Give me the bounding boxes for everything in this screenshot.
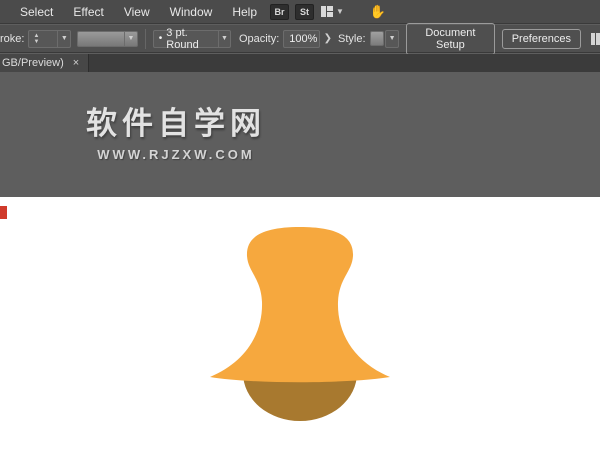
bell-body-shape[interactable]: [210, 227, 390, 382]
red-edge-marker: [0, 206, 7, 219]
artwork-layer: [0, 0, 600, 456]
